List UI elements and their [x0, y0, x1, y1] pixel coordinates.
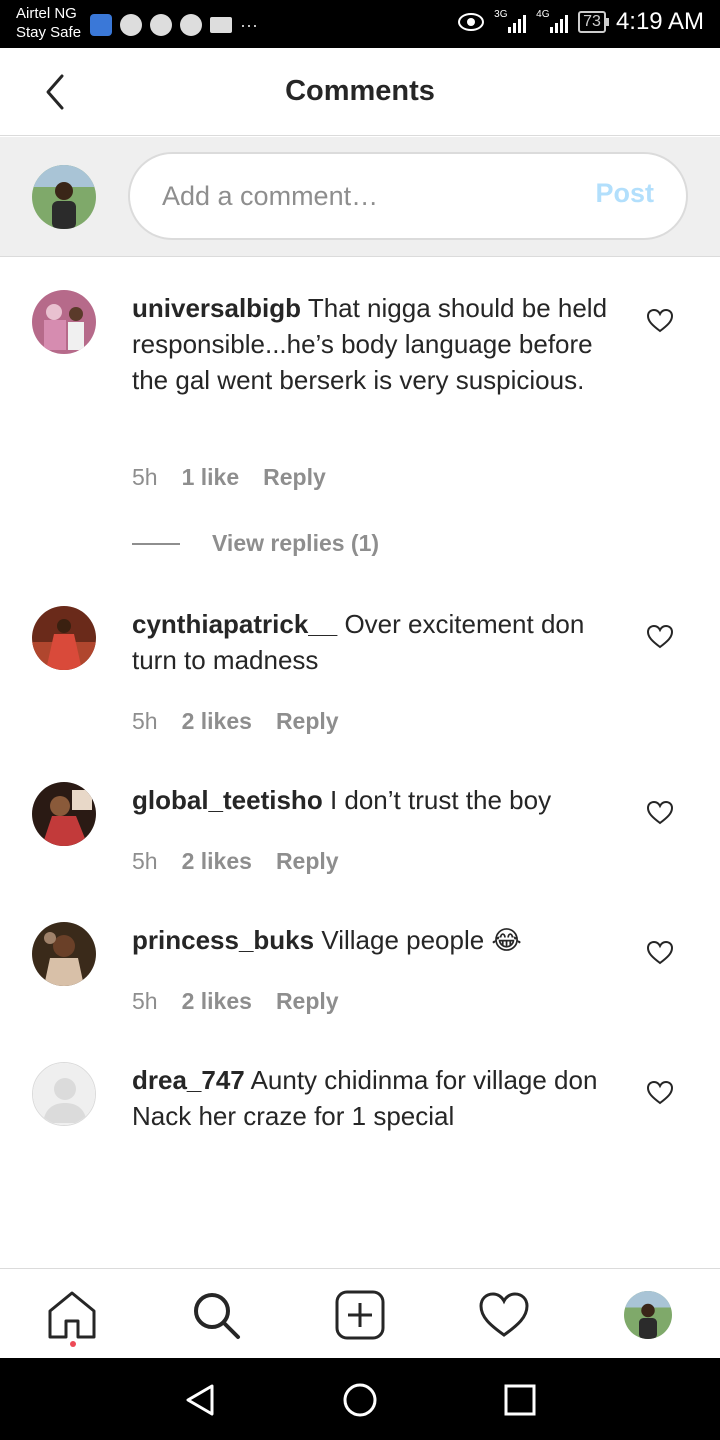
chrome-icon	[120, 14, 142, 36]
comment-username[interactable]: global_teetisho	[132, 785, 323, 815]
comment-meta: 5h 1 like Reply	[132, 464, 326, 491]
nav-home[interactable]	[46, 1289, 98, 1347]
nav-activity[interactable]	[478, 1289, 530, 1341]
notification-icons: ···	[90, 14, 258, 36]
commenter-avatar[interactable]	[32, 606, 96, 670]
notification-dot	[70, 1341, 76, 1347]
reply-button[interactable]: Reply	[276, 988, 339, 1015]
comment-likes[interactable]: 1 like	[182, 464, 240, 491]
comment-likes[interactable]: 2 likes	[182, 708, 252, 735]
nav-profile-avatar[interactable]	[624, 1291, 672, 1339]
comment-body: cynthiapatrick__ Over excitement don tur…	[132, 606, 612, 678]
post-button[interactable]: Post	[595, 178, 654, 209]
reply-button[interactable]: Reply	[276, 848, 339, 875]
comment-input[interactable]	[162, 178, 562, 214]
comment-time: 5h	[132, 848, 158, 874]
comment-body: universalbigb That nigga should be held …	[132, 290, 612, 398]
facebook-icon	[180, 14, 202, 36]
shield-icon	[90, 14, 112, 36]
comment-composer: Post	[0, 137, 720, 257]
heart-icon[interactable]	[646, 1079, 674, 1107]
heart-icon[interactable]	[646, 307, 674, 335]
bottom-nav	[0, 1268, 720, 1358]
heart-icon[interactable]	[646, 799, 674, 827]
current-user-avatar	[32, 165, 96, 229]
network-3g-label: 3G	[494, 9, 508, 20]
mail-icon	[210, 17, 232, 33]
clock: 4:19 AM	[615, 8, 704, 35]
commenter-avatar[interactable]	[32, 290, 96, 354]
comment-meta: 5h 2 likes Reply	[132, 708, 339, 735]
nav-search[interactable]	[190, 1289, 242, 1341]
heart-icon	[479, 1292, 529, 1337]
status-bar: Airtel NG Stay Safe ··· 3G 4G 73 4:19 AM	[0, 0, 720, 48]
signal-3g-icon: 3G	[494, 9, 527, 33]
heart-icon[interactable]	[646, 939, 674, 967]
view-replies-link[interactable]: View replies (1)	[132, 530, 379, 557]
carrier-info: Airtel NG Stay Safe	[16, 4, 81, 42]
comment-time: 5h	[132, 464, 158, 490]
home-circle-icon[interactable]	[340, 1380, 380, 1420]
comment-username[interactable]: drea_747	[132, 1065, 245, 1095]
signal-4g-icon: 4G	[536, 9, 569, 33]
whatsapp-icon	[150, 14, 172, 36]
replies-divider	[132, 542, 180, 545]
new-post-icon	[335, 1290, 385, 1340]
page-title: Comments	[285, 75, 435, 107]
comment-time: 5h	[132, 988, 158, 1014]
nav-new-post[interactable]	[334, 1289, 386, 1341]
heart-icon[interactable]	[646, 623, 674, 651]
commenter-avatar[interactable]	[32, 782, 96, 846]
battery-indicator: 73	[578, 11, 609, 33]
comment-meta: 5h 2 likes Reply	[132, 848, 339, 875]
comment-username[interactable]: universalbigb	[132, 293, 301, 323]
home-icon	[48, 1291, 96, 1339]
carrier-name: Airtel NG	[16, 5, 77, 22]
comment-likes[interactable]: 2 likes	[182, 988, 252, 1015]
reply-button[interactable]: Reply	[276, 708, 339, 735]
comment-box: Post	[128, 152, 688, 240]
view-replies-label: View replies (1)	[212, 530, 380, 556]
carrier-subtitle: Stay Safe	[16, 24, 82, 41]
network-4g-label: 4G	[536, 9, 550, 20]
header: Comments	[0, 48, 720, 136]
back-triangle-icon[interactable]	[180, 1380, 220, 1420]
comment-username[interactable]: princess_buks	[132, 925, 314, 955]
commenter-avatar[interactable]	[32, 922, 96, 986]
system-nav-bar	[0, 1358, 720, 1440]
eye-comfort-icon	[458, 13, 485, 31]
recents-square-icon[interactable]	[500, 1380, 540, 1420]
status-right: 3G 4G 73 4:19 AM	[458, 8, 704, 36]
comment-text: I don’t trust the boy	[329, 785, 552, 815]
reply-button[interactable]: Reply	[263, 464, 326, 491]
default-avatar-icon[interactable]	[32, 1062, 96, 1126]
comment-time: 5h	[132, 708, 158, 734]
comment-text: Village people 😂	[321, 925, 522, 955]
comment-body: drea_747 Aunty chidinma for village don …	[132, 1062, 612, 1134]
comment-username[interactable]: cynthiapatrick__	[132, 609, 337, 639]
comment-body: global_teetisho I don’t trust the boy	[132, 782, 612, 818]
search-icon	[194, 1293, 240, 1339]
comment-body: princess_buks Village people 😂	[132, 922, 612, 958]
comment-likes[interactable]: 2 likes	[182, 848, 252, 875]
more-notifications-icon: ···	[240, 15, 258, 35]
comment-meta: 5h 2 likes Reply	[132, 988, 339, 1015]
